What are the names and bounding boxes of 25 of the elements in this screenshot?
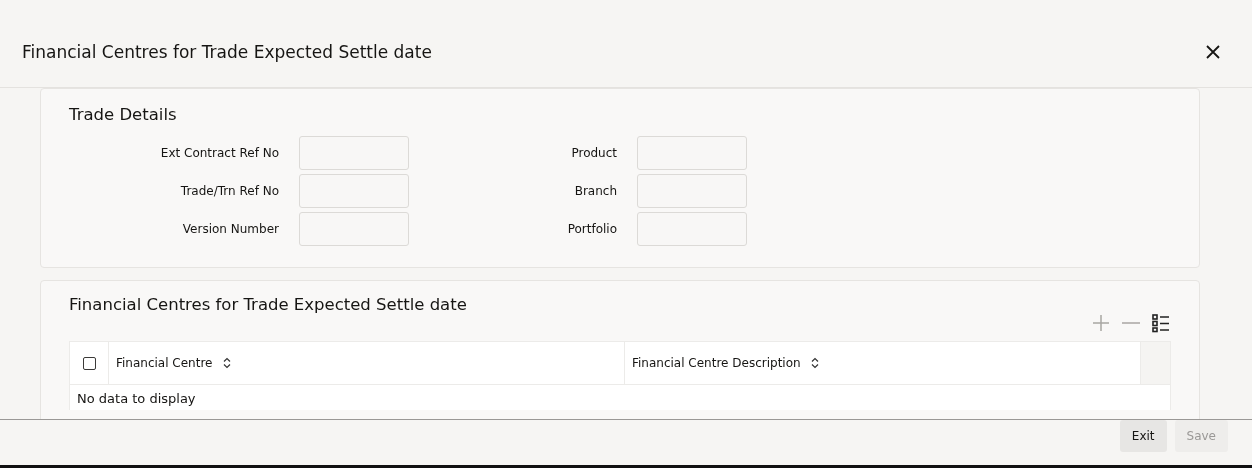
- field-label: Portfolio: [566, 222, 617, 236]
- field-label: Trade/Trn Ref No: [179, 184, 279, 198]
- field-label: Branch: [573, 184, 617, 198]
- window-title: Financial Centres for Trade Expected Settle date: [22, 41, 432, 62]
- input-field[interactable]: [299, 174, 409, 208]
- empty-message: No data to display: [76, 390, 197, 408]
- column-header[interactable]: Financial Centre: [109, 342, 625, 384]
- input-field[interactable]: [299, 136, 409, 170]
- close-icon[interactable]: [1206, 44, 1220, 59]
- field-label: Version Number: [181, 222, 279, 236]
- section-heading: Financial Centres for Trade Expected Settle date: [69, 295, 467, 314]
- field-label: Ext Contract Ref No: [159, 146, 279, 160]
- field-label: Product: [570, 146, 617, 160]
- section-heading: Trade Details: [69, 105, 177, 124]
- sort-icon: [810, 357, 819, 369]
- add-icon: [1091, 313, 1111, 333]
- sort-icon: [222, 357, 231, 369]
- input-field[interactable]: [637, 136, 747, 170]
- input-field[interactable]: [637, 212, 747, 246]
- exit-button[interactable]: Exit: [1119, 420, 1167, 452]
- list-icon: [1151, 313, 1171, 333]
- list-button[interactable]: [1151, 313, 1171, 333]
- input-field[interactable]: [637, 174, 747, 208]
- select-all-checkbox[interactable]: [82, 356, 96, 370]
- input-field[interactable]: [299, 212, 409, 246]
